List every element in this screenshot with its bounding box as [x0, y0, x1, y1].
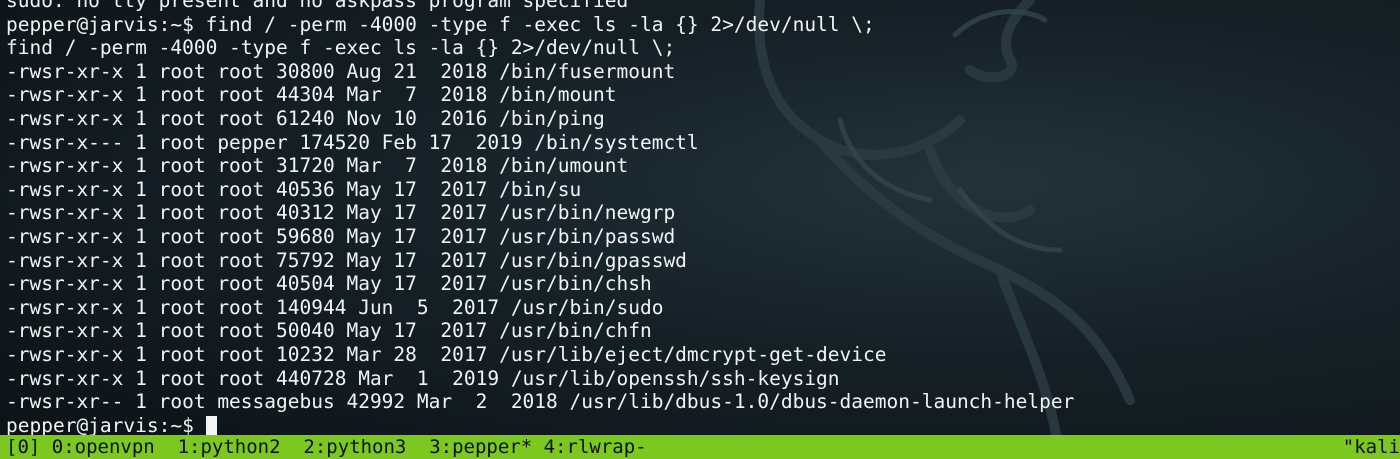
output-line: sudo: no tty present and no askpass prog… [6, 0, 629, 12]
output-line: -rwsr-xr-x 1 root root 44304 Mar 7 2018 … [6, 83, 617, 107]
output-line: -rwsr-xr-x 1 root root 50040 May 17 2017… [6, 319, 652, 343]
terminal-output: sudo: no tty present and no askpass prog… [6, 0, 1396, 437]
output-line: -rwsr-xr-x 1 root root 40312 May 17 2017… [6, 201, 676, 225]
tmux-host-label: "kali [1342, 436, 1400, 458]
output-line: -rwsr-xr-x 1 root root 140944 Jun 5 2017… [6, 295, 664, 319]
output-line: -rwsr-xr-x 1 root root 59680 May 17 2017… [6, 224, 676, 248]
output-line: -rwsr-xr-x 1 root root 30800 Aug 21 2018… [6, 59, 676, 83]
shell-prompt: pepper@jarvis:~$ [6, 413, 206, 437]
output-line: -rwsr-xr-x 1 root root 61240 Nov 10 2016… [6, 106, 605, 130]
tmux-status-bar: [0] 0:openvpn 1:python2 2:python3 3:pepp… [0, 435, 1400, 459]
output-line: -rwsr-xr-x 1 root root 10232 Mar 28 2017… [6, 342, 887, 366]
tmux-window-list[interactable]: [0] 0:openvpn 1:python2 2:python3 3:pepp… [6, 435, 647, 459]
text-cursor [205, 415, 217, 436]
output-line: find / -perm -4000 -type f -exec ls -la … [6, 36, 676, 60]
output-line: -rwsr-xr-x 1 root root 40536 May 17 2017… [6, 177, 582, 201]
output-line: -rwsr-xr-x 1 root root 31720 Mar 7 2018 … [6, 154, 629, 178]
command-line: pepper@jarvis:~$ find / -perm -4000 -typ… [6, 12, 875, 36]
prompt-line[interactable]: pepper@jarvis:~$ [6, 414, 1396, 438]
output-line: -rwsr-xr-- 1 root messagebus 42992 Mar 2… [6, 390, 1075, 414]
output-line: -rwsr-xr-x 1 root root 40504 May 17 2017… [6, 272, 652, 296]
terminal-window[interactable]: sudo: no tty present and no askpass prog… [0, 0, 1400, 459]
output-line: -rwsr-x--- 1 root pepper 174520 Feb 17 2… [6, 130, 699, 154]
output-line: -rwsr-xr-x 1 root root 440728 Mar 1 2019… [6, 366, 840, 390]
output-line: -rwsr-xr-x 1 root root 75792 May 17 2017… [6, 248, 687, 272]
